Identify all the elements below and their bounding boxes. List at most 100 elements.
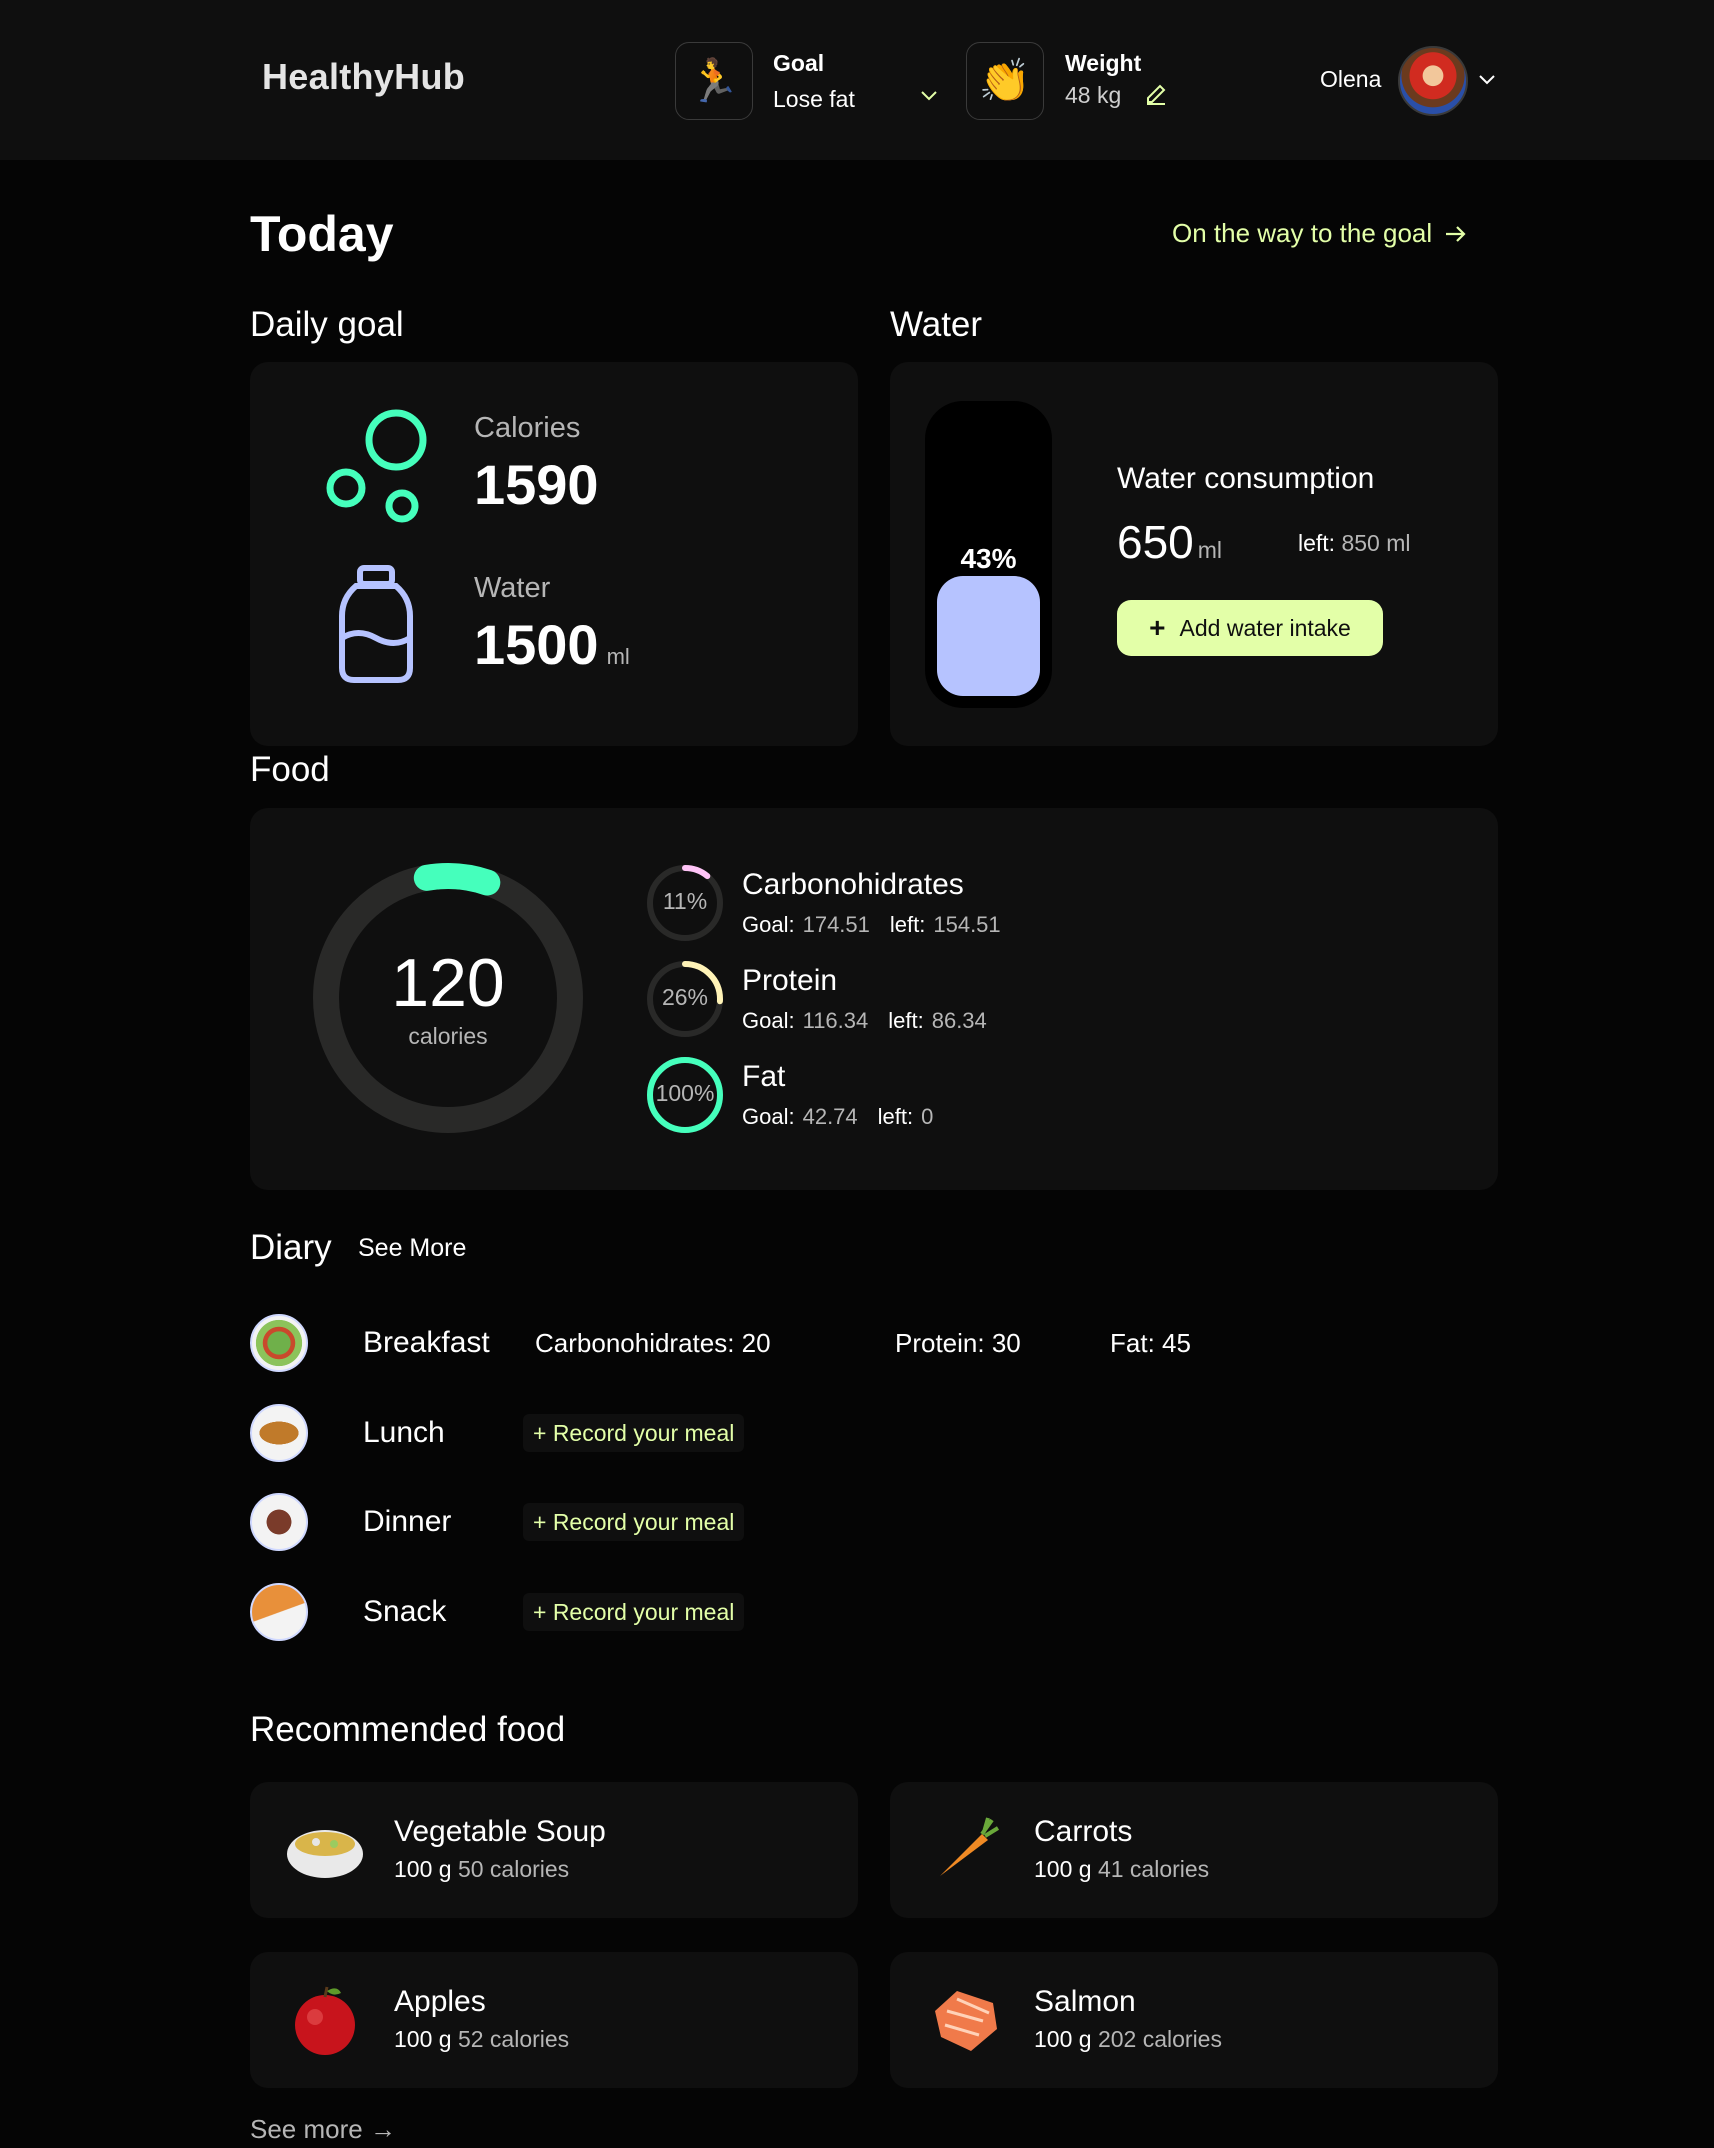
goal-label: Goal: [773, 50, 825, 76]
chevron-down-icon[interactable]: [920, 90, 938, 102]
fat-percent: 100%: [655, 1080, 715, 1106]
water-left-value: 850 ml: [1341, 530, 1411, 556]
breakfast-fat: Fat: 45: [1110, 1328, 1191, 1358]
water-goal-unit: ml: [606, 644, 630, 669]
water-bottle-icon: [339, 565, 413, 683]
calories-value: 1590: [474, 453, 599, 516]
fat-left-value: 0: [921, 1104, 934, 1129]
meal-name-dinner: Dinner: [363, 1505, 452, 1538]
water-amount-number: 650: [1117, 516, 1194, 568]
apple-icon: [284, 1978, 366, 2060]
weight-label: Weight: [1065, 50, 1142, 76]
rec-weight: 100 g: [394, 2026, 452, 2052]
water-left: left: 850 ml: [1298, 530, 1411, 557]
page-title: Today: [250, 206, 394, 262]
water-amount: 650 ml: [1117, 515, 1222, 569]
water-title: Water: [890, 305, 983, 344]
protein-goal-value: 116.34: [802, 1008, 869, 1033]
food-title: Food: [250, 750, 330, 789]
goal-progress-link[interactable]: On the way to the goal: [1172, 218, 1468, 249]
calories-label: Calories: [474, 412, 581, 444]
carbs-goal-label: Goal:: [742, 912, 795, 937]
user-name[interactable]: Olena: [1320, 66, 1381, 93]
meal-name-breakfast: Breakfast: [363, 1326, 490, 1359]
carrot-icon: [924, 1808, 1006, 1890]
carbs-name: Carbonohidrates: [742, 868, 964, 901]
rec-info: 100 g 202 calories: [1034, 2026, 1222, 2053]
recommended-see-more-link[interactable]: See more →: [250, 2114, 396, 2145]
rec-name: Carrots: [1034, 1815, 1133, 1848]
diary-title: Diary: [250, 1228, 332, 1267]
rec-name: Apples: [394, 1985, 486, 2018]
protein-goal: Goal: 116.34 left: 86.34: [742, 1008, 987, 1034]
water-goal-number: 1500: [474, 613, 599, 676]
weight-icon-button[interactable]: 👏: [966, 42, 1044, 120]
food-calories-value: 120: [391, 945, 505, 1021]
rec-weight: 100 g: [394, 1856, 452, 1882]
top-header: HealthyHub 🏃 Goal Lose fat 👏 Weight 48 k…: [0, 0, 1714, 160]
rec-weight: 100 g: [1034, 2026, 1092, 2052]
goal-link-label: On the way to the goal: [1172, 218, 1433, 248]
plus-icon: +: [1149, 612, 1166, 643]
daily-goal-card: Calories 1590 Water 1500 ml: [250, 362, 858, 746]
water-consumption-label: Water consumption: [1117, 462, 1375, 495]
carbs-goal: Goal: 174.51 left: 154.51: [742, 912, 1001, 938]
add-water-label: Add water intake: [1179, 614, 1351, 641]
protein-left-value: 86.34: [931, 1008, 987, 1033]
goal-icon-button[interactable]: 🏃: [675, 42, 753, 120]
clapping-hands-icon: 👏: [978, 56, 1032, 104]
rec-info: 100 g 41 calories: [1034, 1856, 1209, 1883]
running-person-icon: 🏃: [687, 56, 741, 104]
water-goal-value: 1500 ml: [474, 612, 630, 677]
meal-name-lunch: Lunch: [363, 1416, 445, 1449]
breakfast-plate-icon: [250, 1314, 308, 1372]
carbs-left-value: 154.51: [933, 912, 1001, 937]
add-water-intake-button[interactable]: + Add water intake: [1117, 600, 1383, 656]
rec-calories: 50 calories: [457, 1856, 570, 1882]
avatar[interactable]: [1398, 46, 1468, 116]
fat-goal-label: Goal:: [742, 1104, 795, 1129]
bubbles-icon: [326, 409, 427, 523]
daily-goal-title: Daily goal: [250, 305, 404, 344]
diary-see-more-link[interactable]: See More: [358, 1234, 466, 1263]
weight-value: 48 kg: [1065, 82, 1122, 108]
carbs-goal-value: 174.51: [802, 912, 870, 937]
rec-calories: 202 calories: [1097, 2026, 1222, 2052]
dinner-record-meal-button[interactable]: + Record your meal: [523, 1503, 745, 1541]
protein-left-label: left:: [888, 1008, 924, 1033]
chevron-down-icon[interactable]: [1478, 74, 1496, 86]
dinner-plate-icon: [250, 1493, 308, 1551]
food-calories-label: calories: [408, 1023, 488, 1049]
arrow-right-icon: [1446, 225, 1466, 242]
meal-name-snack: Snack: [363, 1595, 447, 1628]
edit-pencil-icon[interactable]: [1144, 82, 1168, 106]
goal-value[interactable]: Lose fat: [773, 86, 855, 113]
rec-calories: 41 calories: [1097, 1856, 1210, 1882]
water-amount-unit: ml: [1197, 537, 1223, 563]
rec-name: Vegetable Soup: [394, 1815, 606, 1848]
water-goal-label: Water: [474, 572, 551, 604]
fat-goal-value: 42.74: [802, 1104, 858, 1129]
logo[interactable]: HealthyHub: [262, 56, 465, 98]
protein-name: Protein: [742, 964, 838, 997]
rec-info: 100 g 50 calories: [394, 1856, 569, 1883]
water-left-label: left:: [1298, 530, 1336, 556]
lunch-plate-icon: [250, 1404, 308, 1462]
water-level-fill: [937, 576, 1040, 696]
recommended-title: Recommended food: [250, 1710, 566, 1749]
lunch-record-meal-button[interactable]: + Record your meal: [523, 1414, 745, 1452]
water-level-tube: 43%: [925, 401, 1052, 708]
rec-info: 100 g 52 calories: [394, 2026, 569, 2053]
breakfast-carbs: Carbonohidrates: 20: [535, 1328, 771, 1358]
protein-percent: 26%: [661, 984, 709, 1010]
salmon-icon: [924, 1978, 1006, 2060]
snack-plate-icon: [250, 1583, 308, 1641]
protein-goal-label: Goal:: [742, 1008, 795, 1033]
water-percent: 43%: [960, 543, 1017, 574]
carbs-percent: 11%: [662, 888, 708, 914]
soup-bowl-icon: [284, 1808, 366, 1890]
snack-record-meal-button[interactable]: + Record your meal: [523, 1593, 745, 1631]
carbs-left-label: left:: [889, 912, 926, 937]
rec-weight: 100 g: [1034, 1856, 1092, 1882]
fat-left-label: left:: [877, 1104, 914, 1129]
